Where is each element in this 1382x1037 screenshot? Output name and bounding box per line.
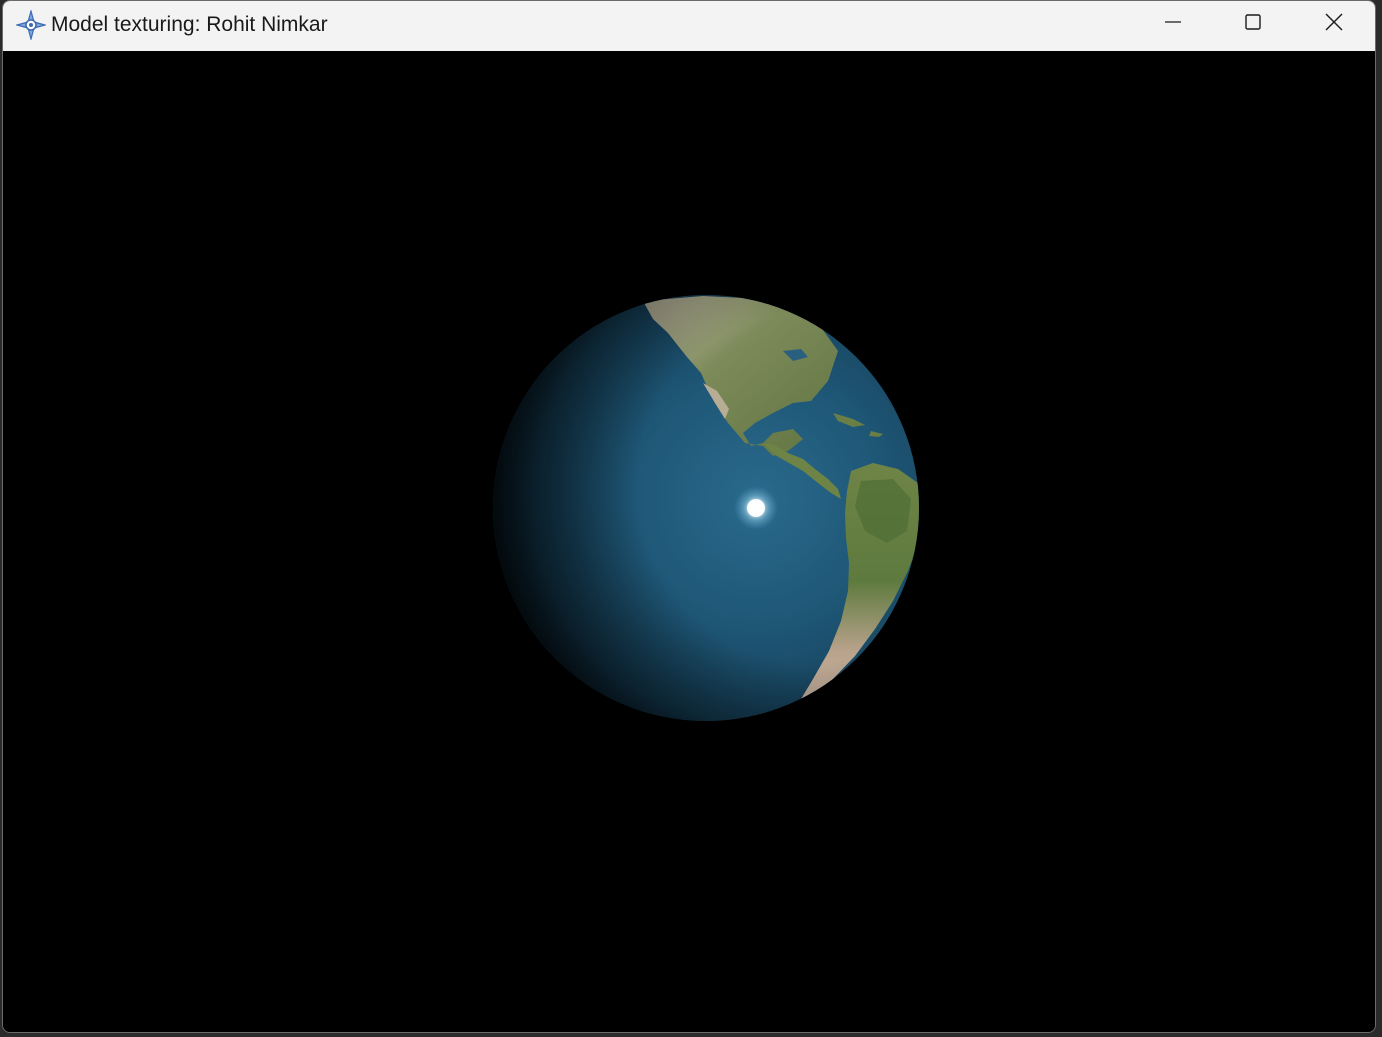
maximize-icon (1244, 13, 1262, 36)
maximize-button[interactable] (1213, 1, 1293, 48)
close-icon (1325, 13, 1343, 36)
application-window: Model texturing: Rohit Nimkar (2, 0, 1376, 1033)
minimize-icon (1164, 13, 1182, 36)
minimize-button[interactable] (1133, 1, 1213, 48)
window-title: Model texturing: Rohit Nimkar (51, 13, 328, 36)
title-bar[interactable]: Model texturing: Rohit Nimkar (3, 1, 1375, 51)
close-button[interactable] (1294, 1, 1374, 48)
render-viewport[interactable] (3, 51, 1375, 1032)
textured-earth-sphere (493, 295, 919, 721)
opengl-app-icon (14, 8, 48, 42)
